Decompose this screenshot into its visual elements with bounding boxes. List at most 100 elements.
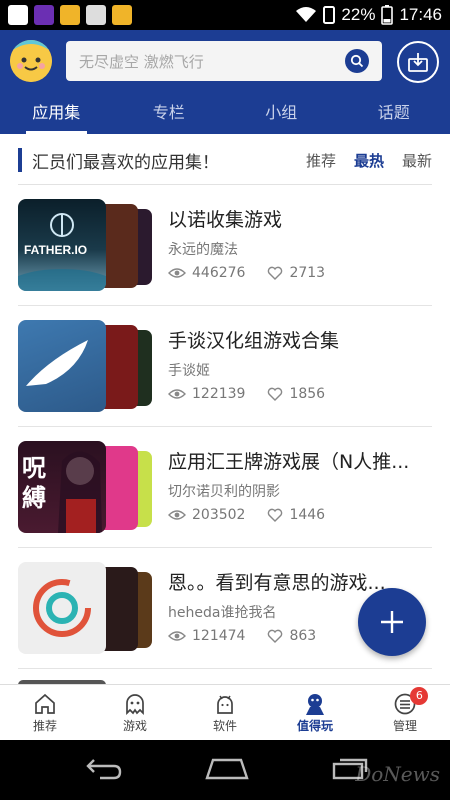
collection-title: 应用汇王牌游戏展（N人推... [168,451,410,473]
nav-manage[interactable]: 管理 6 [360,685,450,740]
nav-label: 管理 [392,719,417,733]
section-accent-bar [18,148,22,172]
sim-icon [323,6,336,24]
collection-item[interactable]: 手谈汉化组游戏合集 手谈姬 122139 1856 [18,306,432,427]
top-tabs: 应用集 专栏 小组 话题 [0,94,450,134]
tab-columns[interactable]: 专栏 [113,94,226,134]
app-notification-icon [60,5,80,25]
eye-icon [168,268,186,278]
heart-icon [268,629,283,643]
nav-label: 值得玩 [296,719,333,733]
android-icon [217,695,233,714]
nav-games[interactable]: 游戏 [90,685,180,740]
section-title: 汇员们最喜欢的应用集！ [32,153,219,173]
warning-icon [8,5,28,25]
app-notification-icon [112,5,132,25]
views-stat: 122139 [168,386,245,402]
worth-play-icon [306,694,324,715]
views-stat: 203502 [168,507,245,523]
likes-count: 2713 [289,265,326,281]
nav-label: 推荐 [32,719,57,733]
views-stat: 121474 [168,628,245,644]
header: 无尽虚空 激燃飞行 应用集 专栏 小组 话题 [0,30,450,134]
back-icon [85,759,121,780]
search-placeholder: 无尽虚空 激燃飞行 [79,53,204,71]
likes-stat: 2713 [267,265,325,281]
likes-stat: 1856 [267,386,325,402]
clock: 17:46 [399,5,442,24]
sort-options: 推荐 最热 最新 [306,150,432,171]
cover-thumb: FATHER.IO [18,199,106,291]
app-notification-icon [34,5,54,25]
heart-icon [268,266,283,280]
back-button[interactable] [80,756,124,784]
status-bar: 22% 17:46 [0,0,450,30]
collection-item-partial[interactable] [18,670,432,684]
eye-icon [168,389,186,399]
collection-title: 手谈汉化组游戏合集 [168,330,340,352]
collection-cover-stack: 呪縛 [18,441,152,533]
tab-groups[interactable]: 小组 [225,94,338,134]
whale-icon [26,340,88,386]
views-stat: 446276 [168,265,245,281]
character-art-icon [58,451,102,533]
tab-topics[interactable]: 话题 [338,94,450,134]
watermark: DoNews [355,762,440,786]
cover-thumb: 呪縛 [18,441,106,533]
collection-item[interactable]: FATHER.IO 以诺收集游戏 永远的魔法 446276 2713 [18,185,432,306]
download-manager-button[interactable] [397,41,439,83]
battery-percent: 22% [341,5,376,24]
cover-text: FATHER.IO [24,243,88,257]
nav-label: 游戏 [122,719,147,733]
collection-item[interactable]: 呪縛 应用汇王牌游戏展（N人推... 切尔诺贝利的阴影 203502 1446 [18,427,432,548]
views-count: 122139 [192,386,246,402]
nav-software[interactable]: 软件 [180,685,270,740]
search-icon [350,54,364,68]
section-header: 汇员们最喜欢的应用集！ 推荐 最热 最新 [18,146,432,176]
tab-app-collections[interactable]: 应用集 [0,94,113,134]
heart-icon [268,387,283,401]
add-collection-button[interactable] [358,588,426,656]
likes-count: 1446 [289,507,326,523]
collection-stats: 122139 1856 [168,386,347,402]
views-count: 446276 [192,265,246,281]
sort-newest[interactable]: 最新 [402,150,432,171]
nav-label: 软件 [212,719,237,733]
nav-recommend[interactable]: 推荐 [0,685,90,740]
search-button[interactable] [345,49,369,73]
collection-stats: 121474 863 [168,628,338,644]
bottom-nav: 推荐 游戏 软件 值得玩 管理 6 [0,684,450,740]
eye-icon [168,631,186,641]
likes-count: 863 [289,628,317,644]
avatar[interactable] [10,40,52,82]
collection-author: 手谈姬 [168,363,210,379]
likes-stat: 1446 [267,507,325,523]
wifi-icon [296,7,317,22]
plus-icon [381,611,403,633]
nav-worth-playing[interactable]: 值得玩 [270,685,360,740]
collection-cover-stack [18,320,152,412]
search-input[interactable]: 无尽虚空 激燃飞行 [66,41,382,81]
collection-author: 切尔诺贝利的阴影 [168,484,280,500]
collection-author: 永远的魔法 [168,242,238,258]
likes-count: 1856 [289,386,326,402]
home-key-icon [205,758,249,780]
download-icon [408,53,428,72]
collection-title: 以诺收集游戏 [168,209,283,231]
collection-cover-stack [18,562,152,654]
sort-hottest[interactable]: 最热 [354,150,384,171]
heart-icon [268,508,283,522]
home-button[interactable] [203,756,251,784]
cover-thumb [18,562,106,654]
views-count: 121474 [192,628,246,644]
collection-cover-stack: FATHER.IO [18,199,152,291]
ring-logo-icon [33,579,91,637]
collection-author: heheda谁抢我名 [168,605,277,621]
eye-icon [168,510,186,520]
battery-icon [381,5,394,25]
collection-stats: 446276 2713 [168,265,347,281]
smiley-avatar-icon [10,40,52,82]
cover-thumb [18,320,106,412]
sort-recommended[interactable]: 推荐 [306,150,336,171]
gallery-icon [86,5,106,25]
